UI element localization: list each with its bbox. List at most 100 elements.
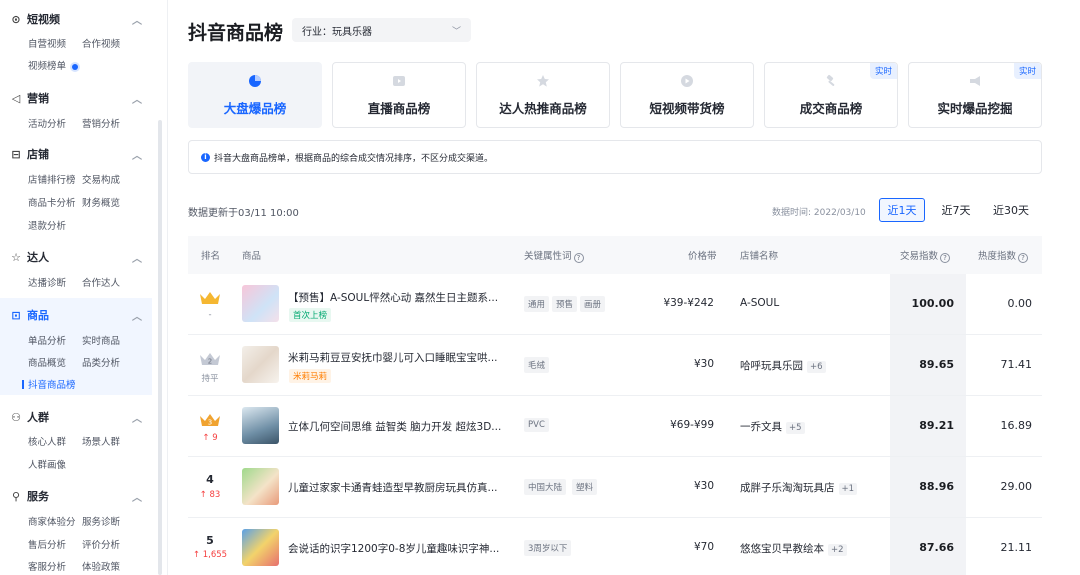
table-row[interactable]: 2 持平 米莉马莉豆豆安抚巾婴儿可入口睡眠宝宝哄... 米莉马莉 毛绒 ¥30 …	[188, 335, 1042, 396]
shop-more-badge: +5	[786, 422, 805, 434]
sidebar-section-store[interactable]: ⊟ 店铺 ︿	[10, 146, 142, 162]
product-name[interactable]: 儿童过家家卡通青蛙造型早教厨房玩具仿真...	[288, 480, 498, 495]
th-product: 商品	[242, 251, 262, 262]
tab-market-hot[interactable]: 大盘爆品榜	[188, 62, 322, 128]
industry-select[interactable]: 行业：玩具乐器 ﹀	[292, 18, 471, 42]
heat-index: 71.41	[1000, 358, 1033, 371]
sidebar-item-marketing-analysis[interactable]: 营销分析	[82, 116, 120, 130]
video-circle-icon: ⊙	[11, 12, 21, 26]
sidebar-item-realtime-product[interactable]: 实时商品	[82, 333, 120, 347]
sidebar-item-core-crowd[interactable]: 核心人群	[28, 434, 66, 448]
sidebar-item-store-rank[interactable]: 店铺排行榜	[28, 172, 76, 186]
shop-name[interactable]: 悠悠宝贝早教绘本 +2	[740, 541, 847, 556]
product-name[interactable]: 【预售】A-SOUL怦然心动 嘉然生日主题系...	[288, 290, 498, 305]
sidebar-item-product-card[interactable]: 商品卡分析	[28, 195, 76, 209]
sidebar-item-after-sales[interactable]: 售后分析	[28, 537, 66, 551]
sidebar-section-service[interactable]: ⚲ 服务 ︿	[10, 488, 142, 504]
sidebar-item-product-overview[interactable]: 商品概览	[28, 355, 66, 369]
help-icon[interactable]: ?	[940, 253, 951, 263]
sidebar-item-trade-structure[interactable]: 交易构成	[82, 172, 120, 186]
tab-realtime-mining[interactable]: 实时 实时爆品挖掘	[908, 62, 1042, 128]
attr-tag: 塑料	[572, 479, 598, 495]
table-row[interactable]: - 【预售】A-SOUL怦然心动 嘉然生日主题系... 首次上榜 通用 预售 画…	[188, 274, 1042, 335]
sidebar-item-review[interactable]: 评价分析	[82, 537, 120, 551]
sidebar-item-crowd-portrait[interactable]: 人群画像	[28, 457, 66, 471]
th-rank: 排名	[201, 251, 221, 262]
main-content: 抖音商品榜 行业：玩具乐器 ﹀ 大盘爆品榜 直播商品榜 达人热推商品榜 短视频带…	[168, 0, 1080, 575]
sidebar-item-refund[interactable]: 退款分析	[28, 218, 66, 232]
attr-tag: 画册	[580, 296, 606, 312]
sidebar-item-merchant-score[interactable]: 商家体验分	[28, 514, 76, 528]
product-thumbnail[interactable]	[242, 346, 279, 383]
sidebar-item-coop-video[interactable]: 合作视频	[82, 36, 120, 50]
sidebar-section-marketing[interactable]: ◁ 营销 ︿	[10, 90, 142, 106]
shop-more-badge: +1	[838, 483, 858, 495]
product-thumbnail[interactable]	[242, 407, 279, 444]
active-indicator	[22, 380, 24, 389]
product-thumbnail[interactable]	[242, 468, 279, 505]
product-name[interactable]: 米莉马莉豆豆安抚巾婴儿可入口睡眠宝宝哄...	[288, 350, 498, 365]
th-attr[interactable]: 关键属性词?	[524, 248, 584, 263]
megaphone-icon	[968, 74, 982, 88]
sidebar-section-talent[interactable]: ☆ 达人 ︿	[10, 249, 142, 265]
range-1d-button[interactable]: 近1天	[879, 198, 925, 222]
th-trade-index[interactable]: 交易指数?	[900, 248, 951, 263]
product-thumbnail[interactable]	[242, 529, 279, 566]
sidebar-item-coop-talent[interactable]: 合作达人	[82, 275, 120, 289]
star-person-icon: ☆	[11, 250, 21, 264]
table-row[interactable]: 4 ↑ 83 儿童过家家卡通青蛙造型早教厨房玩具仿真... 中国大陆 塑料 ¥3…	[188, 457, 1042, 518]
price-range: ¥39-¥242	[663, 297, 714, 309]
chevron-up-icon: ︿	[132, 311, 142, 323]
range-7d-button[interactable]: 近7天	[934, 198, 978, 222]
tab-live-goods[interactable]: 直播商品榜	[332, 62, 466, 128]
heat-index: 0.00	[1007, 297, 1033, 310]
sidebar-item-finance[interactable]: 财务概览	[82, 195, 120, 209]
shop-name[interactable]: 成胖子乐淘淘玩具店 +1	[740, 480, 858, 495]
shop-name[interactable]: A-SOUL	[740, 297, 779, 309]
th-price: 价格带	[688, 251, 717, 262]
sidebar-scrollbar[interactable]	[158, 120, 162, 575]
tab-short-video[interactable]: 短视频带货榜	[620, 62, 754, 128]
sidebar-item-service-diagnosis[interactable]: 服务诊断	[82, 514, 120, 528]
shop-more-badge: +2	[828, 544, 847, 556]
help-icon[interactable]: ?	[573, 253, 584, 263]
rank-tabs: 大盘爆品榜 直播商品榜 达人热推商品榜 短视频带货榜 实时 成交商品榜 实时 实…	[188, 62, 1042, 128]
tab-talent-hot[interactable]: 达人热推商品榜	[476, 62, 610, 128]
trade-index: 88.96	[919, 480, 954, 493]
sidebar-item-scene-crowd[interactable]: 场景人群	[82, 434, 120, 448]
sidebar-item-activity[interactable]: 活动分析	[28, 116, 66, 130]
attr-tag: 中国大陆	[524, 479, 567, 495]
video-play-icon	[680, 74, 694, 88]
sidebar-section-short-video[interactable]: ⊙ 短视频 ︿	[10, 11, 142, 27]
product-thumbnail[interactable]	[242, 285, 279, 322]
help-icon[interactable]: ?	[1018, 253, 1029, 263]
trade-index: 89.65	[919, 358, 954, 371]
sidebar-item-experience-policy[interactable]: 体验政策	[82, 559, 120, 573]
crown-rank-number: 2	[208, 358, 212, 366]
rank-change: ↑ 1,655	[192, 550, 228, 560]
tab-deal-goods[interactable]: 实时 成交商品榜	[764, 62, 898, 128]
table-row[interactable]: 3 ↑ 9 立体几何空间思维 益智类 脑力开发 超炫3D... PVC ¥69-…	[188, 396, 1042, 457]
sidebar-item-cs-analysis[interactable]: 客服分析	[28, 559, 66, 573]
th-heat-index[interactable]: 热度指数?	[978, 248, 1029, 263]
chevron-up-icon: ︿	[132, 413, 142, 425]
price-range: ¥70	[693, 541, 714, 553]
rank-change: ↑ 9	[202, 433, 218, 443]
shop-name[interactable]: 一乔文具 +5	[740, 419, 805, 434]
sidebar-section-goods[interactable]: ⊡ 商品 ︿	[10, 307, 142, 323]
product-name[interactable]: 立体几何空间思维 益智类 脑力开发 超炫3D...	[288, 419, 501, 434]
sidebar-section-crowd[interactable]: ⚇ 人群 ︿	[10, 409, 142, 425]
sidebar-item-live-diagnosis[interactable]: 达播诊断	[28, 275, 66, 289]
attr-tag: 毛绒	[524, 357, 550, 373]
shop-name[interactable]: 哈呼玩具乐园 +6	[740, 358, 826, 373]
sidebar-item-video-rank[interactable]: 视频榜单	[28, 58, 79, 72]
table-row[interactable]: 5 ↑ 1,655 会说话的识字1200字0-8岁儿童趣味识字神... 3周岁以…	[188, 518, 1042, 575]
sidebar-item-category[interactable]: 品类分析	[82, 355, 120, 369]
attr-tag: 通用	[524, 296, 550, 312]
sidebar-item-single-product[interactable]: 单品分析	[28, 333, 66, 347]
product-name[interactable]: 会说话的识字1200字0-8岁儿童趣味识字神...	[288, 541, 499, 556]
sidebar-item-own-video[interactable]: 自营视频	[28, 36, 66, 50]
data-date: 数据时间: 2022/03/10	[772, 208, 866, 218]
sidebar-item-douyin-rank[interactable]: 抖音商品榜	[22, 377, 76, 391]
range-30d-button[interactable]: 近30天	[986, 198, 1036, 222]
